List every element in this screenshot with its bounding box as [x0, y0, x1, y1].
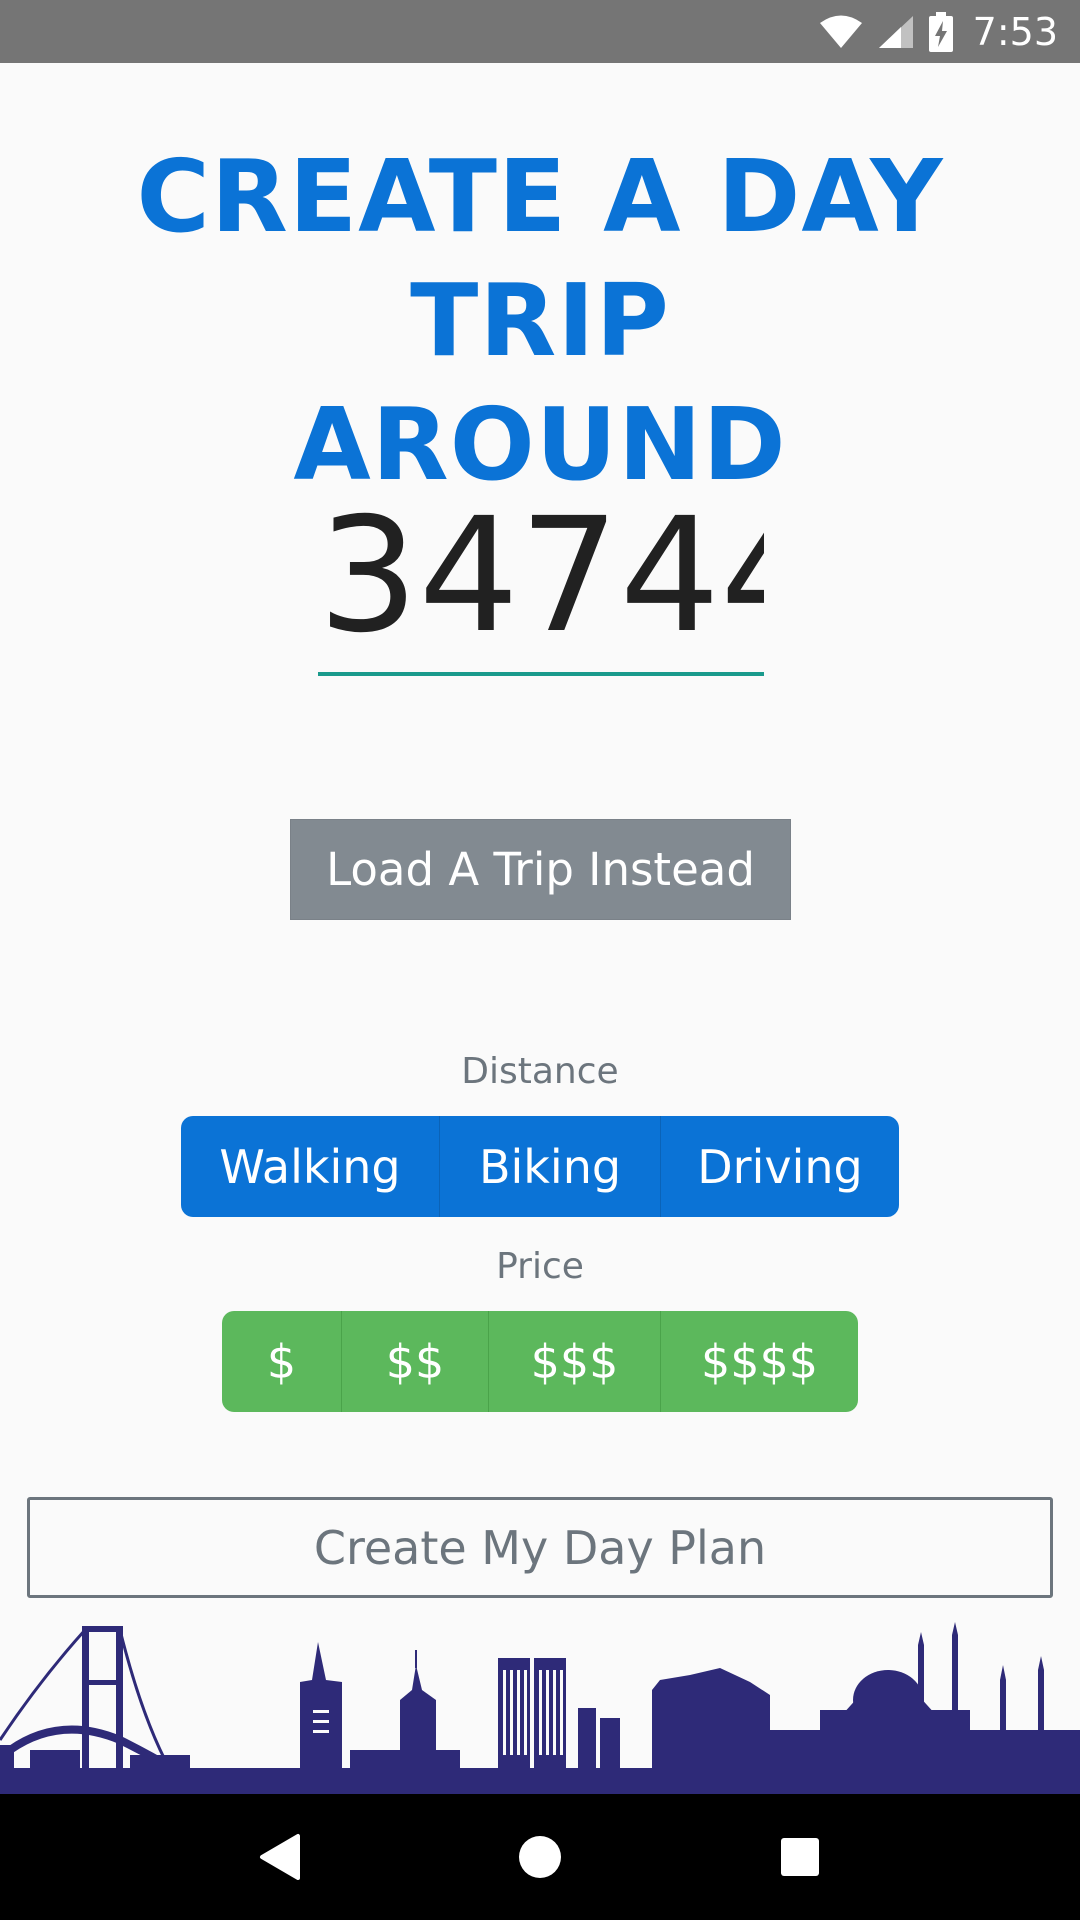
battery-charging-icon — [928, 11, 953, 52]
distance-button-group: Walking Biking Driving — [181, 1116, 899, 1217]
home-icon[interactable] — [490, 1807, 590, 1907]
screen: 7:53 CREATE A DAY TRIP AROUND Load A Tri… — [0, 0, 1080, 1920]
back-icon[interactable] — [230, 1807, 330, 1907]
zip-code-input[interactable] — [318, 480, 764, 676]
distance-biking-button[interactable]: Biking — [439, 1116, 660, 1217]
price-3-button[interactable]: $$$ — [488, 1311, 660, 1412]
price-label: Price — [496, 1246, 584, 1287]
zip-input-wrap — [318, 480, 764, 680]
status-bar: 7:53 — [0, 0, 1080, 63]
distance-walking-button[interactable]: Walking — [181, 1116, 439, 1217]
page-title: CREATE A DAY TRIP AROUND — [30, 135, 1050, 507]
distance-label: Distance — [461, 1051, 619, 1092]
status-time: 7:53 — [972, 9, 1058, 54]
wifi-icon — [819, 14, 863, 50]
load-trip-button[interactable]: Load A Trip Instead — [290, 819, 791, 920]
price-2-button[interactable]: $$ — [341, 1311, 488, 1412]
recents-icon[interactable] — [750, 1807, 850, 1907]
price-button-group: $ $$ $$$ $$$$ — [222, 1311, 858, 1412]
distance-driving-button[interactable]: Driving — [660, 1116, 899, 1217]
title-line-1: CREATE A DAY TRIP — [136, 138, 944, 379]
city-skyline-illustration — [0, 1622, 1080, 1794]
navigation-bar — [0, 1794, 1080, 1920]
create-day-plan-button[interactable]: Create My Day Plan — [27, 1497, 1053, 1598]
price-4-button[interactable]: $$$$ — [660, 1311, 858, 1412]
signal-icon — [877, 14, 915, 50]
price-1-button[interactable]: $ — [222, 1311, 341, 1412]
